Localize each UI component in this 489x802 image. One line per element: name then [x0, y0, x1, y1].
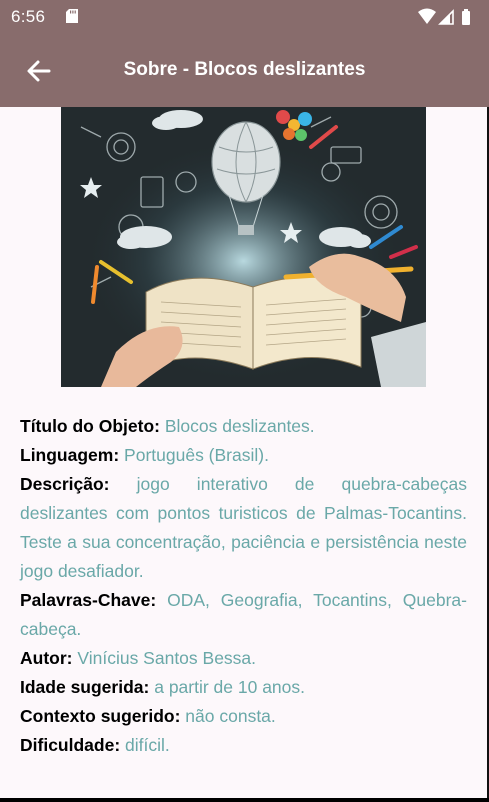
detail-description: Descrição: jogo interativo de quebra-cab…: [20, 470, 467, 586]
detail-value: Português (Brasil).: [124, 445, 269, 465]
detail-label: Dificuldade:: [20, 735, 121, 755]
detail-label: Contexto sugerido:: [20, 706, 181, 726]
detail-label: Idade sugerida:: [20, 677, 150, 697]
status-bar: 6:56: [0, 0, 489, 35]
battery-icon: [462, 9, 470, 25]
object-details: Título do Objeto: Blocos deslizantes. Li…: [20, 412, 467, 760]
status-time: 6:56: [11, 7, 46, 26]
detail-label: Título do Objeto:: [20, 416, 160, 436]
app-bar: Sobre - Blocos deslizantes: [0, 35, 489, 107]
detail-keywords: Palavras-Chave: ODA, Geografia, Tocantin…: [20, 586, 467, 644]
detail-context: Contexto sugerido: não consta.: [20, 702, 467, 731]
back-button[interactable]: [22, 54, 56, 88]
detail-value: Vinícius Santos Bessa.: [77, 648, 257, 668]
detail-title: Título do Objeto: Blocos deslizantes.: [20, 412, 467, 441]
detail-value: não consta.: [185, 706, 276, 726]
bottom-edge: [0, 798, 489, 802]
detail-age: Idade sugerida: a partir de 10 anos.: [20, 673, 467, 702]
detail-label: Palavras-Chave:: [20, 590, 157, 610]
detail-label: Descrição:: [20, 474, 110, 494]
detail-value: difícil.: [125, 735, 170, 755]
detail-label: Autor:: [20, 648, 73, 668]
detail-value: a partir de 10 anos.: [154, 677, 306, 697]
wifi-icon: [418, 8, 436, 24]
arrow-back-icon: [27, 60, 51, 82]
page-title: Sobre - Blocos deslizantes: [123, 59, 366, 80]
detail-difficulty: Dificuldade: difícil.: [20, 731, 467, 760]
detail-language: Linguagem: Português (Brasil).: [20, 441, 467, 470]
cover-illustration: [61, 107, 426, 387]
detail-label: Linguagem:: [20, 445, 120, 465]
sd-card-icon: [66, 9, 78, 23]
detail-value: Blocos deslizantes.: [164, 416, 315, 436]
status-icons: [418, 8, 470, 25]
detail-author: Autor: Vinícius Santos Bessa.: [20, 644, 467, 673]
